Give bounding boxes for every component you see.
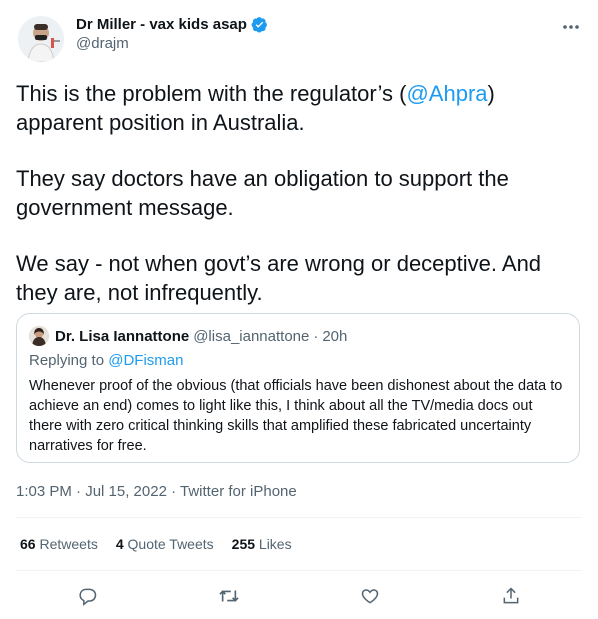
quote-tweets-label: Quote Tweets [127, 536, 214, 552]
quote-tweets-count: 4 [115, 536, 124, 552]
quoted-author-handle: @lisa_iannattone [193, 327, 310, 345]
tweet-header: Dr Miller - vax kids asap @drajm [16, 12, 582, 62]
divider [16, 517, 582, 518]
quoted-author-avatar [29, 326, 49, 346]
tweet-text: This is the problem with the regulator’s… [16, 80, 576, 335]
quoted-author-name: Dr. Lisa Iannattone [55, 327, 190, 345]
divider [16, 570, 582, 571]
likes-count: 255 [231, 536, 256, 552]
retweets-stat[interactable]: 66 Retweets [20, 536, 98, 552]
tweet-stats: 66 Retweets 4 Quote Tweets 255 Likes [20, 536, 292, 552]
avatar-image-icon [18, 16, 64, 62]
tweet-source[interactable]: Twitter for iPhone [180, 483, 297, 500]
separator-dot: · [313, 327, 319, 345]
tweet-text-segment: apparent position in Australia. [16, 109, 305, 135]
tweet-paragraph-1: This is the problem with the regulator’s… [16, 80, 576, 137]
author-names: Dr Miller - vax kids asap @drajm [76, 16, 268, 52]
separator-dot: · [171, 483, 177, 500]
retweet-icon[interactable] [211, 578, 247, 614]
tweet-text-segment: ) [487, 81, 495, 106]
retweets-count: 66 [20, 536, 36, 552]
display-name-row: Dr Miller - vax kids asap [76, 16, 268, 33]
quoted-tweet[interactable]: Dr. Lisa Iannattone @lisa_iannattone · 2… [16, 313, 580, 463]
tweet-detail: Dr Miller - vax kids asap @drajm This is… [0, 0, 598, 619]
share-icon[interactable] [493, 578, 529, 614]
tweet-timestamp[interactable]: 1:03 PM · Jul 15, 2022 [16, 483, 167, 500]
quoted-tweet-time: 20h [322, 327, 348, 345]
replying-to-mention[interactable]: @DFisman [108, 352, 183, 369]
replying-to: Replying to @DFisman [29, 352, 183, 369]
quoted-tweet-header: Dr. Lisa Iannattone @lisa_iannattone · 2… [29, 326, 347, 346]
mention-link[interactable]: @Ahpra [406, 81, 487, 106]
tweet-paragraph-3: We say - not when govt’s are wrong or de… [16, 251, 542, 305]
author-display-name[interactable]: Dr Miller - vax kids asap [76, 16, 247, 33]
like-icon[interactable] [352, 578, 388, 614]
more-icon[interactable] [560, 16, 582, 38]
retweets-label: Retweets [39, 536, 98, 552]
tweet-metadata: 1:03 PM · Jul 15, 2022 · Twitter for iPh… [16, 483, 297, 500]
replying-label: Replying to [29, 352, 105, 369]
quoted-tweet-text: Whenever proof of the obvious (that offi… [29, 378, 563, 454]
tweet-text-segment: This is the problem with the regulator’s… [16, 81, 407, 106]
author-handle[interactable]: @drajm [76, 35, 268, 52]
author-avatar[interactable] [18, 16, 64, 62]
likes-label: Likes [258, 536, 292, 552]
tweet-actions [0, 578, 598, 614]
likes-stat[interactable]: 255 Likes [232, 536, 292, 552]
reply-icon[interactable] [70, 578, 106, 614]
tweet-paragraph-2: They say doctors have an obligation to s… [16, 166, 509, 220]
quote-tweets-stat[interactable]: 4 Quote Tweets [116, 536, 214, 552]
verified-badge-icon [251, 16, 268, 33]
